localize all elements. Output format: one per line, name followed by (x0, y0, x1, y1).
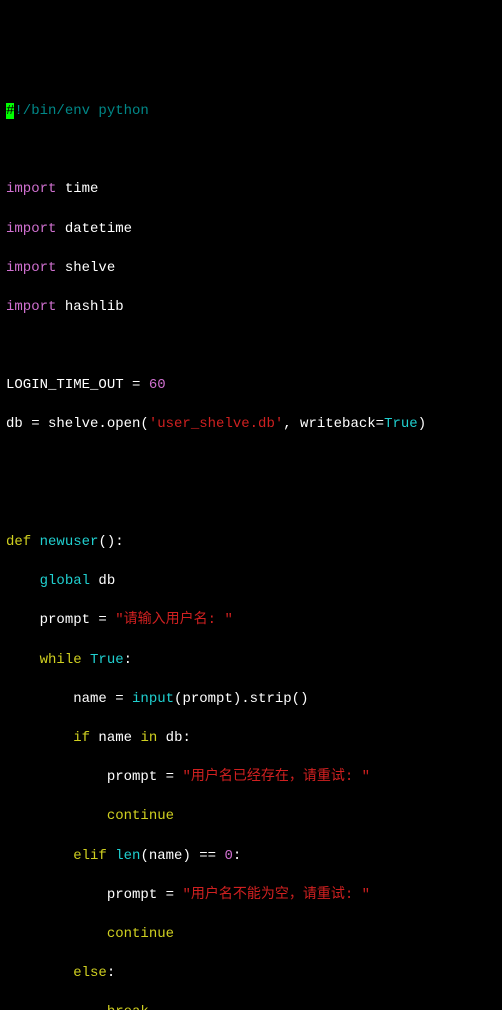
keyword-global: global (40, 573, 90, 589)
code-line (6, 455, 496, 475)
keyword-elif: elif (73, 848, 107, 864)
keyword-continue: continue (107, 808, 174, 824)
keyword-import: import (6, 221, 56, 237)
code-line: db = shelve.open('user_shelve.db', write… (6, 415, 496, 435)
code-line: break (6, 1003, 496, 1010)
code-line: while True: (6, 651, 496, 671)
builtin-input: input (132, 691, 174, 707)
keyword-import: import (6, 299, 56, 315)
code-line: elif len(name) == 0: (6, 847, 496, 867)
assignment: LOGIN_TIME_OUT = (6, 377, 149, 393)
assignment: prompt = (40, 612, 116, 628)
code-line: prompt = "请输入用户名: " (6, 611, 496, 631)
keyword-else: else (73, 965, 107, 981)
code-line: import datetime (6, 220, 496, 240)
keyword-continue: continue (107, 926, 174, 942)
keyword-true: True (384, 416, 418, 432)
code-line: continue (6, 807, 496, 827)
module-name: shelve (65, 260, 115, 276)
code-line: prompt = "用户名已经存在，请重试: " (6, 768, 496, 788)
function-name: newuser (31, 534, 98, 550)
code-line (6, 337, 496, 357)
keyword-break: break (107, 1004, 149, 1010)
code-line: else: (6, 964, 496, 984)
keyword-import: import (6, 260, 56, 276)
string: "用户名已经存在，请重试: " (182, 769, 370, 785)
code-line (6, 494, 496, 514)
string: 'user_shelve.db' (149, 416, 283, 432)
editor-viewport[interactable]: #!/bin/env python import time import dat… (0, 78, 502, 1010)
number: 0 (224, 848, 232, 864)
assignment: db = shelve.open( (6, 416, 149, 432)
code-line: global db (6, 572, 496, 592)
assignment: prompt = (107, 769, 183, 785)
code-line: LOGIN_TIME_OUT = 60 (6, 376, 496, 396)
keyword-true: True (90, 652, 124, 668)
keyword-import: import (6, 181, 56, 197)
string: "请输入用户名: " (115, 612, 233, 628)
code-line: if name in db: (6, 729, 496, 749)
assignment: name = (73, 691, 132, 707)
module-name: datetime (65, 221, 132, 237)
code-line: name = input(prompt).strip() (6, 690, 496, 710)
code-line (6, 141, 496, 161)
shebang-text: !/bin/env python (14, 103, 148, 119)
module-name: time (65, 181, 99, 197)
keyword-if: if (73, 730, 90, 746)
code-line: import shelve (6, 259, 496, 279)
code-line: def newuser(): (6, 533, 496, 553)
code-line: import hashlib (6, 298, 496, 318)
keyword-while: while (40, 652, 82, 668)
code-line: import time (6, 180, 496, 200)
module-name: hashlib (65, 299, 124, 315)
assignment: prompt = (107, 887, 183, 903)
code-line: prompt = "用户名不能为空，请重试: " (6, 886, 496, 906)
code-line: continue (6, 925, 496, 945)
string: "用户名不能为空，请重试: " (182, 887, 370, 903)
code-line: #!/bin/env python (6, 102, 496, 122)
number: 60 (149, 377, 166, 393)
keyword-def: def (6, 534, 31, 550)
builtin-len: len (107, 848, 141, 864)
keyword-in: in (140, 730, 157, 746)
